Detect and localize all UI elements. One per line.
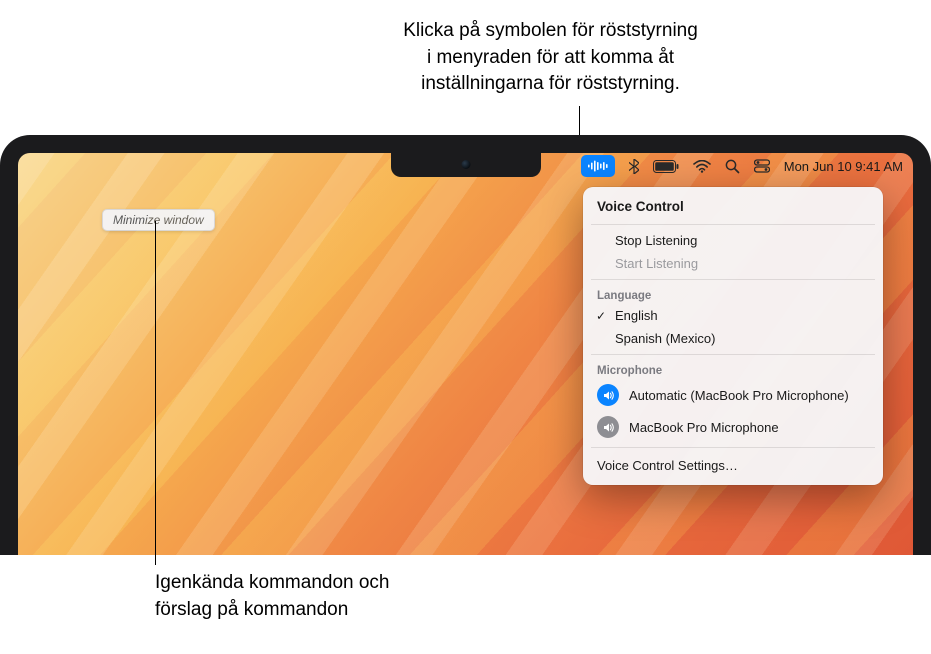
start-listening-item: Start Listening bbox=[583, 252, 883, 275]
annotation-bottom-leader bbox=[155, 221, 156, 565]
microphone-label: MacBook Pro Microphone bbox=[629, 420, 779, 435]
panel-title: Voice Control bbox=[583, 195, 883, 220]
microphone-macbook-item[interactable]: MacBook Pro Microphone bbox=[583, 411, 883, 443]
bluetooth-icon[interactable] bbox=[629, 155, 639, 177]
microphone-automatic-item[interactable]: Automatic (MacBook Pro Microphone) bbox=[583, 379, 883, 411]
language-heading: Language bbox=[583, 284, 883, 304]
recognized-command-hint: Minimize window bbox=[102, 209, 215, 231]
language-english-item[interactable]: ✓ English bbox=[583, 304, 883, 327]
annotation-bottom: Igenkända kommandon och förslag på komma… bbox=[155, 570, 390, 623]
speaker-icon bbox=[597, 384, 619, 406]
voice-control-menu-panel: Voice Control Stop Listening Start Liste… bbox=[583, 187, 883, 485]
speaker-icon bbox=[597, 416, 619, 438]
microphone-label: Automatic (MacBook Pro Microphone) bbox=[629, 388, 849, 403]
display-notch bbox=[391, 153, 541, 177]
wifi-icon[interactable] bbox=[693, 155, 711, 177]
language-label: English bbox=[615, 308, 658, 323]
laptop-frame: Mon Jun 10 9:41 AM Minimize window Voice… bbox=[0, 135, 931, 555]
separator bbox=[591, 354, 875, 355]
language-label: Spanish (Mexico) bbox=[615, 331, 715, 346]
desktop-screen: Mon Jun 10 9:41 AM Minimize window Voice… bbox=[18, 153, 913, 555]
microphone-heading: Microphone bbox=[583, 359, 883, 379]
annotation-top: Klicka på symbolen för röststyrning i me… bbox=[0, 18, 931, 98]
control-center-icon[interactable] bbox=[754, 155, 770, 177]
camera-dot bbox=[461, 160, 470, 169]
spotlight-search-icon[interactable] bbox=[725, 155, 740, 177]
menubar-clock[interactable]: Mon Jun 10 9:41 AM bbox=[784, 155, 903, 177]
checkmark-icon: ✓ bbox=[596, 309, 606, 323]
voice-control-menu-icon[interactable] bbox=[581, 155, 615, 177]
language-spanish-item[interactable]: Spanish (Mexico) bbox=[583, 327, 883, 350]
voice-control-settings-item[interactable]: Voice Control Settings… bbox=[583, 452, 883, 477]
stop-listening-item[interactable]: Stop Listening bbox=[583, 229, 883, 252]
separator bbox=[591, 279, 875, 280]
battery-icon[interactable] bbox=[653, 155, 679, 177]
separator bbox=[591, 224, 875, 225]
separator bbox=[591, 447, 875, 448]
